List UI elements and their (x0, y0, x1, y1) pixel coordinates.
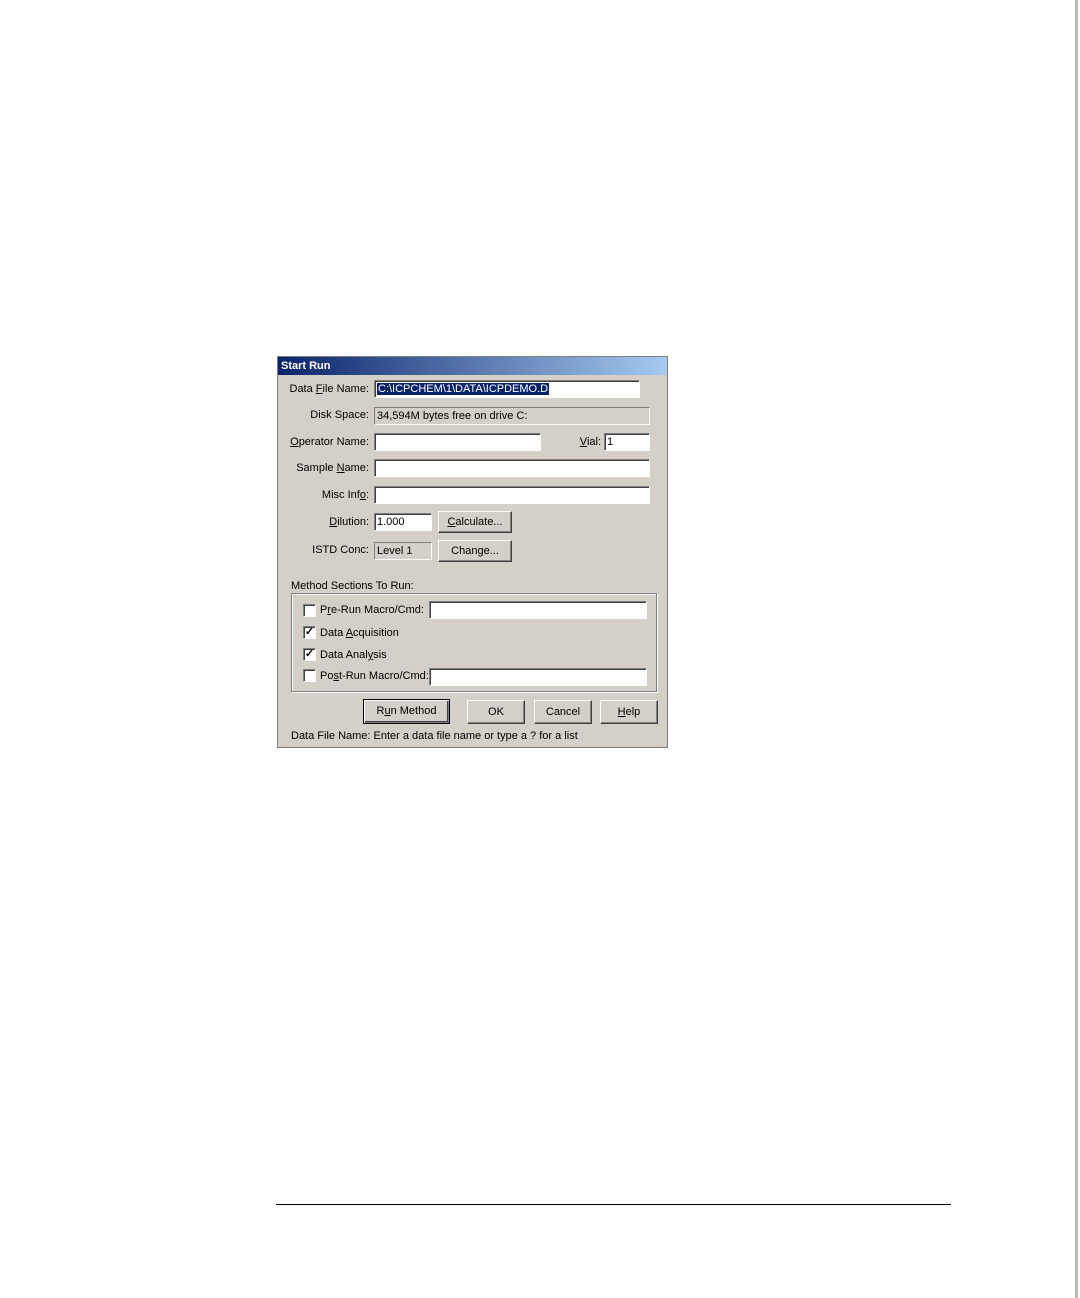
run-method-button[interactable]: Run Method (363, 699, 450, 724)
disk-space-label: Disk Space: (310, 409, 369, 421)
status-text: Data File Name: Enter a data file name o… (291, 730, 578, 742)
misc-info-input[interactable] (374, 486, 650, 504)
data-file-name-value: C:\ICPCHEM\1\DATA\ICPDEMO.D (377, 383, 550, 395)
istd-conc-value: Level 1 (374, 542, 432, 560)
data-analysis-checkbox[interactable]: ✓ (303, 648, 316, 661)
misc-info-label: Misc Info: (321, 489, 369, 501)
istd-conc-label: ISTD Conc: (312, 544, 369, 556)
disk-space-value: 34,594M bytes free on drive C: (374, 407, 650, 425)
vial-label: Vial: (579, 436, 601, 448)
footer-rule (276, 1204, 951, 1205)
data-acquisition-label: Data Acquisition (320, 627, 399, 639)
data-file-name-input[interactable]: C:\ICPCHEM\1\DATA\ICPDEMO.D (374, 380, 640, 398)
method-sections-label: Method Sections To Run: (291, 580, 414, 592)
vial-input[interactable]: 1 (604, 433, 650, 451)
post-run-input[interactable] (429, 668, 647, 686)
sample-name-label: Sample Name: (296, 462, 369, 474)
calculate-button[interactable]: Calculate... (438, 511, 512, 533)
start-run-dialog: Start Run Data File Name: C:\ICPCHEM\1\D… (277, 356, 668, 748)
cancel-button[interactable]: Cancel (534, 700, 592, 724)
dilution-label: Dilution: (329, 516, 369, 528)
page-edge-line (1075, 0, 1078, 1298)
ok-button[interactable]: OK (467, 700, 525, 724)
sample-name-input[interactable] (374, 459, 650, 477)
post-run-checkbox[interactable] (303, 669, 316, 682)
dilution-input[interactable]: 1.000 (374, 513, 432, 531)
help-button[interactable]: Help (600, 700, 658, 724)
pre-run-label: Pre-Run Macro/Cmd: (320, 604, 424, 616)
pre-run-checkbox[interactable] (303, 604, 316, 617)
post-run-label: Post-Run Macro/Cmd: (320, 670, 429, 682)
dialog-title: Start Run (278, 357, 667, 375)
data-analysis-label: Data Analysis (320, 649, 387, 661)
operator-name-label: Operator Name: (290, 436, 369, 448)
change-button[interactable]: Change... (438, 540, 512, 562)
data-acquisition-checkbox[interactable]: ✓ (303, 626, 316, 639)
operator-name-input[interactable] (374, 433, 541, 451)
data-file-name-label: Data File Name: (289, 383, 370, 395)
pre-run-input[interactable] (429, 601, 647, 619)
